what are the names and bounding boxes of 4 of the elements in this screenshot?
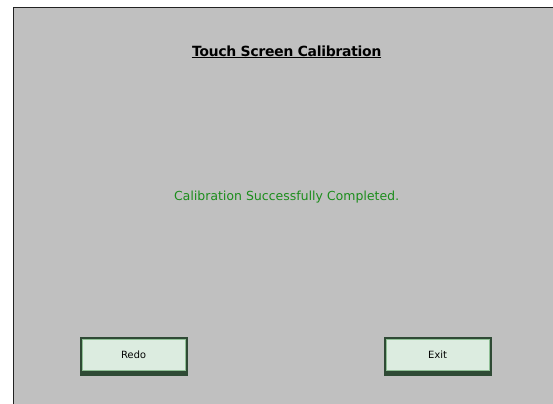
- action-button[interactable]: Exit: [384, 337, 492, 376]
- status-message: Calibration Successfully Completed.: [174, 188, 400, 203]
- screen-title: Touch Screen Calibration: [192, 44, 382, 60]
- action-button[interactable]: Redo: [80, 337, 188, 376]
